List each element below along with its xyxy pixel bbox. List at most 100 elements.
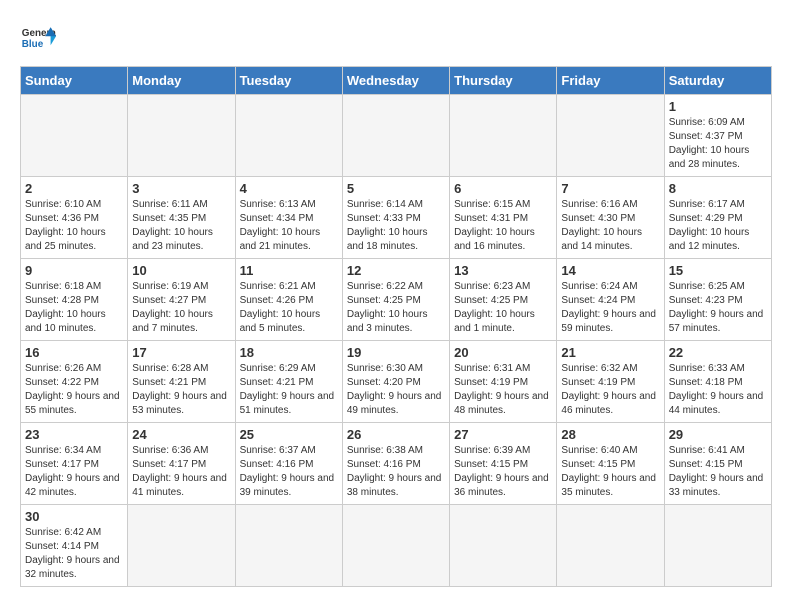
calendar-cell [450,95,557,177]
calendar-cell [21,95,128,177]
day-number: 21 [561,345,659,360]
calendar-cell: 5 Sunrise: 6:14 AMSunset: 4:33 PMDaylight… [342,177,449,259]
calendar-cell: 4 Sunrise: 6:13 AMSunset: 4:34 PMDaylight… [235,177,342,259]
day-number: 24 [132,427,230,442]
calendar-table: SundayMondayTuesdayWednesdayThursdayFrid… [20,66,772,587]
calendar-cell: 23Sunrise: 6:34 AMSunset: 4:17 PMDayligh… [21,423,128,505]
day-number: 18 [240,345,338,360]
day-number: 4 [240,181,338,196]
calendar-cell [664,505,771,587]
calendar-cell: 25Sunrise: 6:37 AMSunset: 4:16 PMDayligh… [235,423,342,505]
day-number: 2 [25,181,123,196]
day-info: Sunrise: 6:18 AMSunset: 4:28 PMDaylight:… [25,280,123,336]
day-info: Sunrise: 6:23 AMSunset: 4:25 PMDaylight:… [454,280,552,336]
day-number: 22 [669,345,767,360]
day-info: Sunrise: 6:41 AMSunset: 4:15 PMDaylight:… [669,444,767,500]
day-number: 3 [132,181,230,196]
day-info: Sunrise: 6:32 AMSunset: 4:19 PMDaylight:… [561,362,659,418]
calendar-cell [128,95,235,177]
calendar-cell: 16 Sunrise: 6:26 AMSunset: 4:22 PMDayligh… [21,341,128,423]
day-info: Sunrise: 6:22 AMSunset: 4:25 PMDaylight:… [347,280,445,336]
calendar-cell: 7 Sunrise: 6:16 AMSunset: 4:30 PMDaylight… [557,177,664,259]
calendar-row: 30 Sunrise: 6:42 AMSunset: 4:14 PMDayligh… [21,505,772,587]
day-info: Sunrise: 6:42 AMSunset: 4:14 PMDaylight:… [25,526,123,582]
weekday-header-tuesday: Tuesday [235,67,342,95]
day-info: Sunrise: 6:16 AMSunset: 4:30 PMDaylight:… [561,198,659,254]
day-info: Sunrise: 6:33 AMSunset: 4:18 PMDaylight:… [669,362,767,418]
logo: General Blue [20,20,56,56]
day-number: 19 [347,345,445,360]
page-header: General Blue [20,20,772,56]
calendar-cell: 9Sunrise: 6:18 AMSunset: 4:28 PMDaylight… [21,259,128,341]
calendar-cell: 2 Sunrise: 6:10 AMSunset: 4:36 PMDaylight… [21,177,128,259]
calendar-cell: 28Sunrise: 6:40 AMSunset: 4:15 PMDayligh… [557,423,664,505]
calendar-cell [235,505,342,587]
calendar-cell: 12 Sunrise: 6:22 AMSunset: 4:25 PMDayligh… [342,259,449,341]
calendar-row: 23Sunrise: 6:34 AMSunset: 4:17 PMDayligh… [21,423,772,505]
day-info: Sunrise: 6:25 AMSunset: 4:23 PMDaylight:… [669,280,767,336]
day-number: 5 [347,181,445,196]
calendar-cell: 21 Sunrise: 6:32 AMSunset: 4:19 PMDayligh… [557,341,664,423]
day-number: 10 [132,263,230,278]
calendar-cell: 27Sunrise: 6:39 AMSunset: 4:15 PMDayligh… [450,423,557,505]
day-number: 12 [347,263,445,278]
day-number: 11 [240,263,338,278]
day-number: 17 [132,345,230,360]
day-number: 16 [25,345,123,360]
calendar-cell: 1Sunrise: 6:09 AMSunset: 4:37 PMDaylight… [664,95,771,177]
calendar-cell: 15 Sunrise: 6:25 AMSunset: 4:23 PMDayligh… [664,259,771,341]
weekday-header-friday: Friday [557,67,664,95]
day-number: 15 [669,263,767,278]
day-info: Sunrise: 6:26 AMSunset: 4:22 PMDaylight:… [25,362,123,418]
day-info: Sunrise: 6:37 AMSunset: 4:16 PMDaylight:… [240,444,338,500]
calendar-row: 9Sunrise: 6:18 AMSunset: 4:28 PMDaylight… [21,259,772,341]
calendar-cell: 11 Sunrise: 6:21 AMSunset: 4:26 PMDayligh… [235,259,342,341]
calendar-cell: 17 Sunrise: 6:28 AMSunset: 4:21 PMDayligh… [128,341,235,423]
calendar-cell: 29Sunrise: 6:41 AMSunset: 4:15 PMDayligh… [664,423,771,505]
day-number: 27 [454,427,552,442]
day-number: 13 [454,263,552,278]
calendar-cell [235,95,342,177]
weekday-header-saturday: Saturday [664,67,771,95]
day-info: Sunrise: 6:40 AMSunset: 4:15 PMDaylight:… [561,444,659,500]
day-info: Sunrise: 6:30 AMSunset: 4:20 PMDaylight:… [347,362,445,418]
weekday-header-monday: Monday [128,67,235,95]
weekday-header-sunday: Sunday [21,67,128,95]
calendar-row: 2 Sunrise: 6:10 AMSunset: 4:36 PMDaylight… [21,177,772,259]
day-number: 6 [454,181,552,196]
calendar-cell: 8Sunrise: 6:17 AMSunset: 4:29 PMDaylight… [664,177,771,259]
day-info: Sunrise: 6:36 AMSunset: 4:17 PMDaylight:… [132,444,230,500]
day-info: Sunrise: 6:11 AMSunset: 4:35 PMDaylight:… [132,198,230,254]
calendar-cell [450,505,557,587]
day-number: 1 [669,99,767,114]
day-info: Sunrise: 6:10 AMSunset: 4:36 PMDaylight:… [25,198,123,254]
day-info: Sunrise: 6:15 AMSunset: 4:31 PMDaylight:… [454,198,552,254]
calendar-header-row: SundayMondayTuesdayWednesdayThursdayFrid… [21,67,772,95]
calendar-cell: 24 Sunrise: 6:36 AMSunset: 4:17 PMDayligh… [128,423,235,505]
calendar-cell [342,95,449,177]
day-number: 7 [561,181,659,196]
day-info: Sunrise: 6:21 AMSunset: 4:26 PMDaylight:… [240,280,338,336]
calendar-cell [557,95,664,177]
day-info: Sunrise: 6:28 AMSunset: 4:21 PMDaylight:… [132,362,230,418]
day-number: 26 [347,427,445,442]
day-number: 14 [561,263,659,278]
day-number: 23 [25,427,123,442]
day-info: Sunrise: 6:31 AMSunset: 4:19 PMDaylight:… [454,362,552,418]
day-info: Sunrise: 6:38 AMSunset: 4:16 PMDaylight:… [347,444,445,500]
day-info: Sunrise: 6:29 AMSunset: 4:21 PMDaylight:… [240,362,338,418]
weekday-header-wednesday: Wednesday [342,67,449,95]
day-number: 30 [25,509,123,524]
calendar-cell [557,505,664,587]
calendar-row: 16 Sunrise: 6:26 AMSunset: 4:22 PMDayligh… [21,341,772,423]
logo-icon: General Blue [20,20,56,56]
calendar-row: 1Sunrise: 6:09 AMSunset: 4:37 PMDaylight… [21,95,772,177]
calendar-cell: 30 Sunrise: 6:42 AMSunset: 4:14 PMDayligh… [21,505,128,587]
calendar-cell: 26 Sunrise: 6:38 AMSunset: 4:16 PMDayligh… [342,423,449,505]
day-info: Sunrise: 6:24 AMSunset: 4:24 PMDaylight:… [561,280,659,336]
day-info: Sunrise: 6:14 AMSunset: 4:33 PMDaylight:… [347,198,445,254]
day-info: Sunrise: 6:17 AMSunset: 4:29 PMDaylight:… [669,198,767,254]
calendar-cell: 20 Sunrise: 6:31 AMSunset: 4:19 PMDayligh… [450,341,557,423]
day-info: Sunrise: 6:13 AMSunset: 4:34 PMDaylight:… [240,198,338,254]
day-number: 20 [454,345,552,360]
